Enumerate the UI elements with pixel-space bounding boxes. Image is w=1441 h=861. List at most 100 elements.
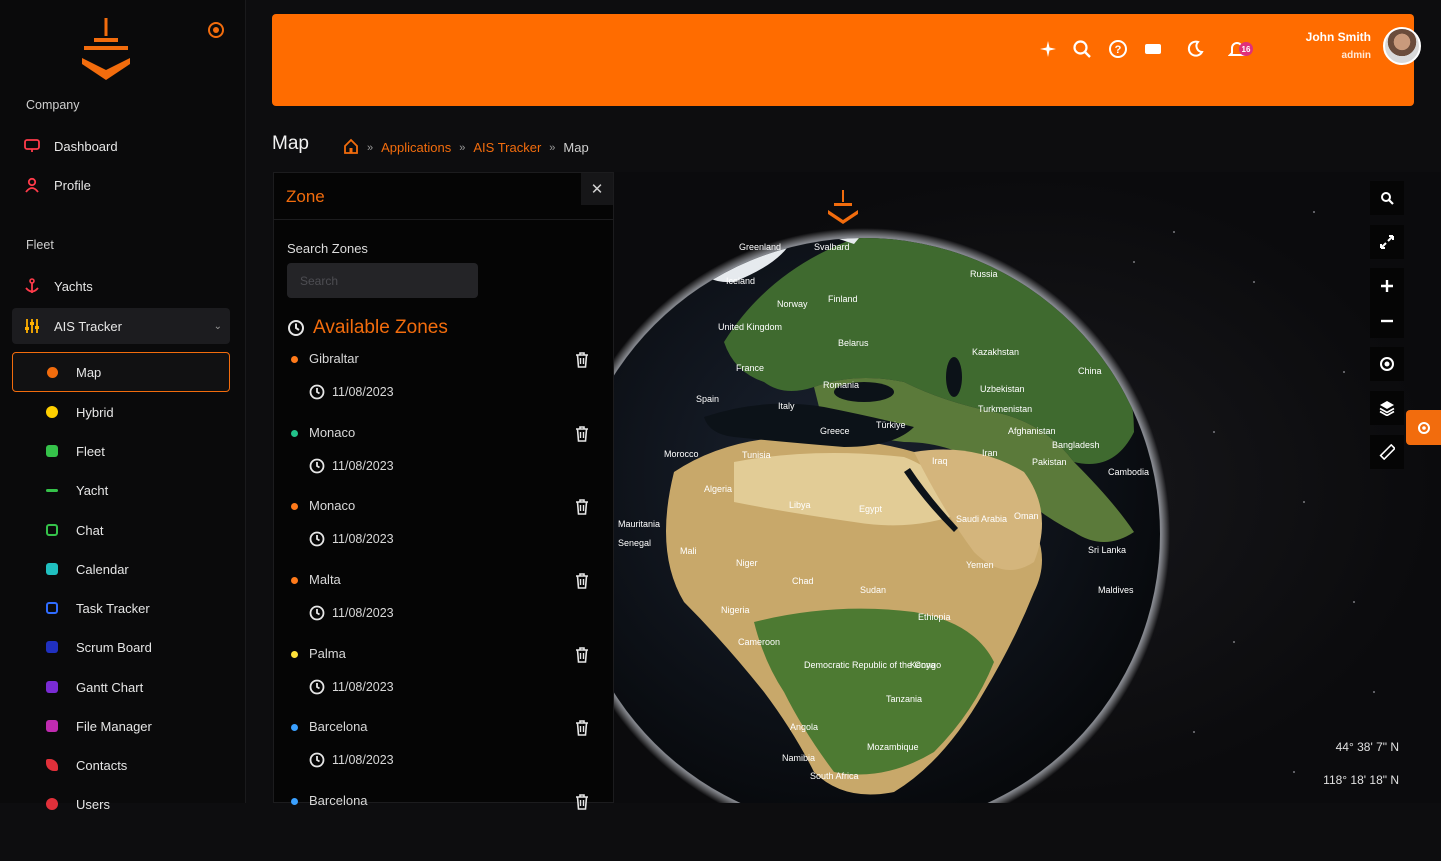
sidebar-item-label: Yachts bbox=[54, 278, 93, 294]
map-fullscreen-button[interactable] bbox=[1370, 225, 1404, 259]
plus-icon bbox=[1381, 279, 1393, 292]
trash-icon[interactable] bbox=[574, 719, 590, 737]
trash-icon[interactable] bbox=[574, 498, 590, 516]
sidebar-item-profile[interactable]: Profile bbox=[12, 170, 230, 200]
sidebar-subitem-file-manager[interactable]: File Manager bbox=[12, 706, 230, 746]
sidebar-subitem-fleet[interactable]: Fleet bbox=[12, 431, 230, 471]
sidebar-subitem-hybrid[interactable]: Hybrid bbox=[12, 392, 230, 432]
sidebar-subitem-gantt-chart[interactable]: Gantt Chart bbox=[12, 667, 230, 707]
zone-date: 11/08/2023 bbox=[332, 385, 394, 399]
sidebar-subitem-calendar[interactable]: Calendar bbox=[12, 549, 230, 589]
map-label-mozambique: Mozambique bbox=[867, 742, 919, 752]
home-icon[interactable] bbox=[343, 138, 359, 157]
avatar[interactable] bbox=[1383, 27, 1421, 65]
sidebar-subitem-label: File Manager bbox=[76, 718, 152, 734]
section-company: Company bbox=[26, 98, 80, 112]
trash-icon[interactable] bbox=[574, 646, 590, 664]
zone-name: Monaco bbox=[309, 424, 356, 440]
map-label-cambodia: Cambodia bbox=[1108, 467, 1149, 477]
map-search-button[interactable] bbox=[1370, 181, 1404, 215]
chevron-down-icon: ⌄ bbox=[213, 320, 222, 332]
map-label-afghanistan: Afghanistan bbox=[1008, 426, 1056, 436]
zoom-out-button[interactable] bbox=[1370, 303, 1404, 338]
search-zones-input[interactable] bbox=[287, 263, 478, 298]
sidebar-subitem-yacht[interactable]: Yacht bbox=[12, 470, 230, 510]
map-label-mauritania: Mauritania bbox=[618, 519, 660, 529]
breadcrumb-separator: » bbox=[367, 141, 374, 154]
zone-color-dot bbox=[291, 724, 298, 732]
zone-item[interactable]: Palma 11/08/2023 bbox=[274, 640, 613, 714]
map-label-china: China bbox=[1078, 366, 1102, 376]
sidebar-subitem-chat[interactable]: Chat bbox=[12, 510, 230, 550]
zone-date: 11/08/2023 bbox=[332, 679, 394, 694]
zoom-control bbox=[1370, 268, 1404, 338]
user-role: admin bbox=[1341, 50, 1371, 61]
sidebar-subitem-scrum-board[interactable]: Scrum Board bbox=[12, 627, 230, 667]
map-label-bangladesh: Bangladesh bbox=[1052, 440, 1100, 450]
sidebar-item-dashboard[interactable]: Dashboard bbox=[12, 131, 230, 161]
settings-gear-icon[interactable] bbox=[206, 20, 226, 40]
sidebar-subitem-task-tracker[interactable]: Task Tracker bbox=[12, 588, 230, 628]
map-label-egypt: Egypt bbox=[859, 504, 883, 514]
search-icon[interactable] bbox=[1071, 38, 1093, 60]
trash-icon[interactable] bbox=[574, 572, 590, 590]
close-button[interactable]: ✕ bbox=[581, 173, 613, 205]
zone-panel-title: Zone bbox=[286, 187, 325, 206]
trash-icon[interactable] bbox=[574, 793, 590, 811]
map-label-tanzania: Tanzania bbox=[886, 694, 922, 704]
ruler-icon bbox=[1379, 444, 1395, 460]
users-icon bbox=[46, 798, 58, 810]
zone-item[interactable]: Malta 11/08/2023 bbox=[274, 566, 613, 640]
zone-item[interactable]: Monaco 11/08/2023 bbox=[274, 492, 613, 566]
zone-item[interactable]: Barcelona bbox=[274, 787, 613, 861]
sidebar-item-yachts[interactable]: Yachts bbox=[12, 271, 230, 301]
breadcrumb-link-ais-tracker[interactable]: AIS Tracker bbox=[473, 140, 541, 155]
map-label-iran: Iran bbox=[982, 448, 998, 458]
breadcrumb-current: Map bbox=[563, 140, 589, 155]
sidebar-subitem-contacts[interactable]: Contacts bbox=[12, 745, 230, 785]
breadcrumb-link-applications[interactable]: Applications bbox=[381, 140, 451, 155]
measure-button[interactable] bbox=[1370, 435, 1404, 469]
sidebar-subitem-map[interactable]: Map bbox=[12, 352, 230, 392]
map-label-pakistan: Pakistan bbox=[1032, 457, 1067, 467]
vessel-marker[interactable] bbox=[828, 190, 858, 224]
zone-item[interactable]: Monaco 11/08/2023 bbox=[274, 419, 613, 493]
zone-item[interactable]: Barcelona 11/08/2023 bbox=[274, 713, 613, 787]
zone-list: Gibraltar 11/08/2023 Monaco 11/08/2023 M… bbox=[274, 345, 613, 861]
globe-map[interactable]: Greenland Svalbard Iceland Russia Norway… bbox=[614, 172, 1441, 803]
trash-icon[interactable] bbox=[574, 425, 590, 443]
zoom-in-button[interactable] bbox=[1370, 268, 1404, 303]
sidebar-subitem-label: Calendar bbox=[76, 561, 129, 577]
target-icon bbox=[1380, 357, 1394, 371]
zone-item[interactable]: Gibraltar 11/08/2023 bbox=[274, 345, 613, 419]
trash-icon[interactable] bbox=[574, 351, 590, 369]
clock-icon bbox=[309, 753, 325, 768]
gear-icon bbox=[46, 406, 58, 418]
sparkle-icon[interactable] bbox=[1037, 38, 1059, 60]
sidebar-subitem-label: Contacts bbox=[76, 757, 128, 773]
map-label-iceland: Iceland bbox=[726, 276, 755, 286]
moon-icon[interactable] bbox=[1184, 38, 1206, 60]
user-icon bbox=[24, 177, 40, 193]
sidebar-item-ais-tracker[interactable]: AIS Tracker ⌄ bbox=[12, 308, 230, 344]
customizer-button[interactable] bbox=[1406, 410, 1441, 445]
map-viewport[interactable]: Greenland Svalbard Iceland Russia Norway… bbox=[614, 172, 1441, 803]
zone-name: Barcelona bbox=[309, 793, 368, 809]
sidebar-subitem-label: Map bbox=[76, 364, 102, 380]
user-name[interactable]: John Smith bbox=[1306, 30, 1371, 44]
brand-logo[interactable] bbox=[78, 14, 134, 86]
help-icon[interactable]: ? bbox=[1107, 38, 1129, 60]
locate-button[interactable] bbox=[1370, 347, 1404, 381]
sidebar-subitem-users[interactable]: Users bbox=[12, 784, 230, 824]
menu-icon[interactable] bbox=[1142, 38, 1164, 60]
map-label-cameroon: Cameroon bbox=[738, 637, 780, 647]
anchor-icon bbox=[24, 278, 40, 294]
sidebar-item-label: Dashboard bbox=[54, 138, 118, 154]
map-label-senegal: Senegal bbox=[618, 538, 651, 548]
clipboard-icon bbox=[46, 602, 58, 614]
map-label-sudan: Sudan bbox=[860, 585, 886, 595]
sliders-icon bbox=[24, 318, 40, 334]
coordinate-longitude: 118° 18' 18" N bbox=[1323, 773, 1399, 787]
layers-button[interactable] bbox=[1370, 391, 1404, 425]
map-label-france: France bbox=[736, 363, 764, 373]
